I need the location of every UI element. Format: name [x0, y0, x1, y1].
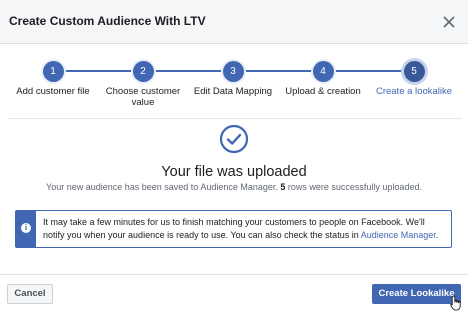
footer-divider	[0, 274, 468, 275]
step-add-customer-file: 1 Add customer file	[8, 61, 98, 97]
step-upload-creation: 4 Upload & creation	[278, 61, 368, 97]
info-trail: .	[435, 230, 439, 240]
info-notice: i It may take a few minutes for us to fi…	[15, 210, 452, 248]
upload-success-title: Your file was uploaded	[161, 164, 307, 180]
close-icon[interactable]	[439, 12, 459, 32]
info-text: It may take a few minutes for us to fini…	[43, 216, 448, 242]
step-create-lookalike: 5 Create a lookalike	[369, 61, 459, 97]
hand-cursor-icon	[450, 295, 461, 311]
step-label: Create a lookalike	[375, 86, 453, 97]
info-icon: i	[21, 223, 31, 233]
message-text: rows were successfully uploaded.	[285, 182, 422, 192]
message-text: Your new audience has been saved to Audi…	[46, 182, 281, 192]
step-number: 4	[312, 61, 334, 82]
upload-success-message: Your new audience has been saved to Audi…	[0, 182, 468, 192]
step-label: Choose customer value	[105, 86, 181, 108]
step-label: Upload & creation	[285, 86, 361, 97]
step-number: 5	[403, 61, 425, 82]
cancel-button[interactable]: Cancel	[7, 284, 53, 304]
dialog-title: Create Custom Audience With LTV	[9, 14, 206, 28]
step-label: Edit Data Mapping	[193, 86, 273, 97]
step-number: 3	[222, 61, 244, 82]
audience-manager-link[interactable]: Audience Manager	[361, 230, 436, 240]
step-choose-customer-value: 2 Choose customer value	[98, 61, 188, 108]
dialog-header: Create Custom Audience With LTV	[0, 0, 468, 44]
step-number: 2	[132, 61, 154, 82]
checkmark-circle-icon	[219, 124, 249, 154]
step-label: Add customer file	[16, 86, 90, 97]
divider	[7, 118, 462, 119]
info-bar: i	[16, 211, 36, 247]
progress-stepper: 1 Add customer file 2 Choose customer va…	[0, 44, 468, 119]
step-edit-data-mapping: 3 Edit Data Mapping	[188, 61, 278, 97]
step-number: 1	[42, 61, 64, 82]
create-lookalike-button[interactable]: Create Lookalike	[372, 284, 461, 304]
